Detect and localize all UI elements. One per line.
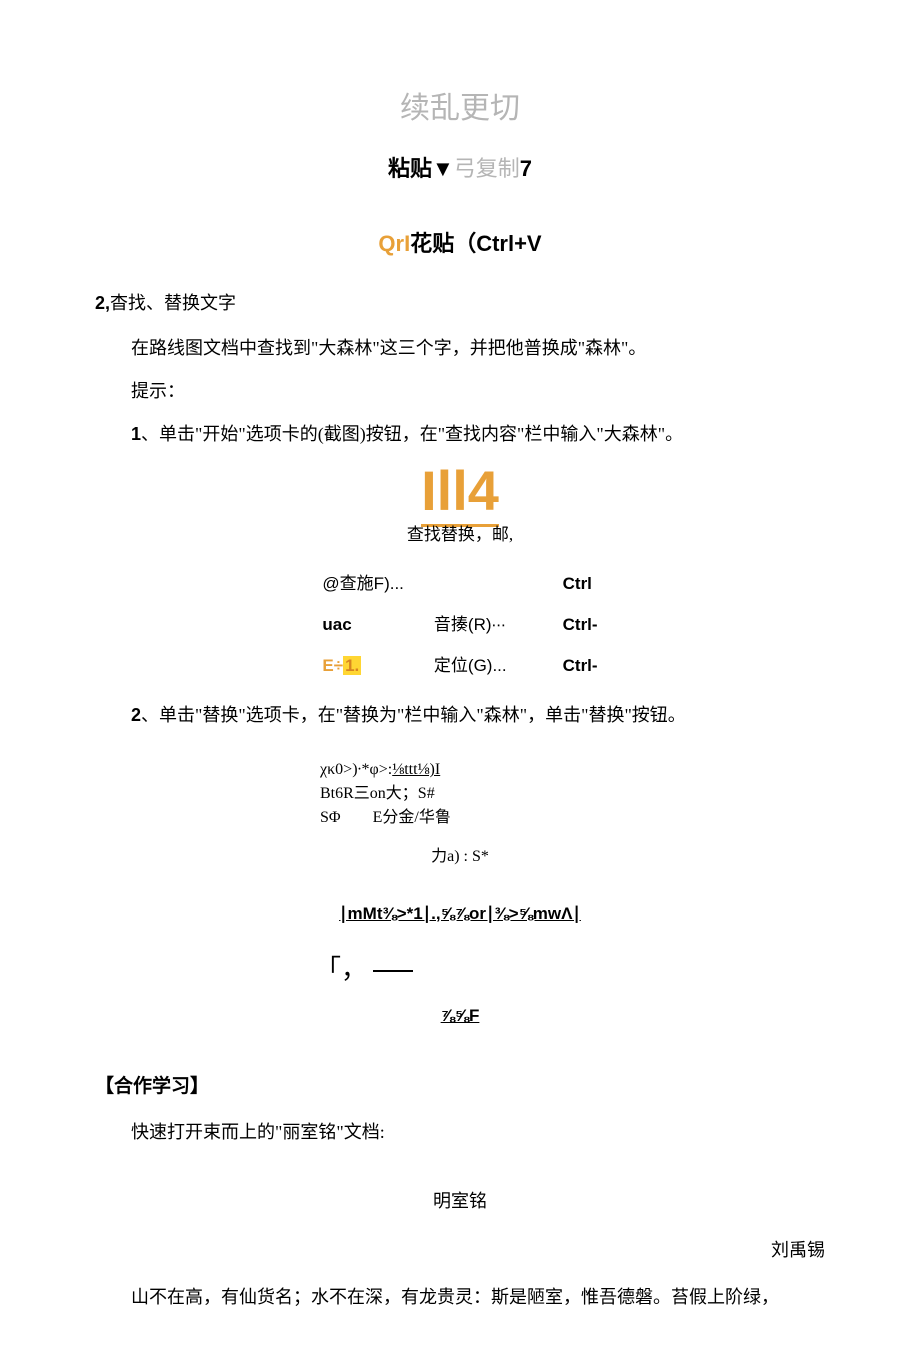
menu-r3-mid: 定位(G)...	[420, 646, 521, 685]
qri-orange: QrI	[378, 231, 410, 256]
menu-row-2: uac 音揍(R)∙∙∙ Ctrl-	[308, 605, 611, 644]
gray-title: 续乱更切	[95, 85, 825, 133]
doc-author: 刘禹锡	[95, 1236, 825, 1265]
qri-black: 花贴（Ctrl+V	[410, 231, 541, 256]
menu-r3-one: 1.	[343, 656, 361, 675]
menu-r2-prefix: uac	[322, 615, 351, 634]
section-2-title: 杳找、替换文字	[110, 293, 236, 313]
section-2-heading: 2,杳找、替换文字	[95, 289, 825, 318]
menu-r2-right: Ctrl-	[523, 605, 612, 644]
step-1: 1、单击"开始"选项卡的(截图)按钮，在"查找内容"栏中输入"大森林"。	[95, 420, 825, 449]
copy-gray: 弓复制	[454, 156, 520, 181]
menu-r3-right: Ctrl-	[523, 646, 612, 685]
open-doc-line: 快速打开束而上的"丽室铭"文档:	[95, 1118, 825, 1147]
menu-row-3: E÷1. 定位(G)... Ctrl-	[308, 646, 611, 685]
step-2: 2、单击"替换"选项卡，在"替换为"栏中输入"森林"，单击"替换"按钮。	[95, 701, 825, 730]
garble-block-1: χκ0>)∙*φ>:⅛ttt⅛)I Bt6R三on大；S# SΦ E分金/华鲁	[320, 758, 600, 830]
menu-r2-mid: 音揍(R)∙∙∙	[420, 605, 521, 644]
step2-num: 2	[131, 705, 141, 725]
garble-l1-u: ⅛ttt⅛)I	[392, 761, 440, 778]
qri-line: QrI花贴（Ctrl+V	[95, 226, 825, 261]
menu-row-1: @查施F)... Ctrl	[308, 564, 611, 603]
hint-label: 提示：	[95, 377, 825, 406]
garble-l3: SΦ E分金/华鲁	[320, 806, 600, 830]
big-icon-block: Ill4	[95, 463, 825, 519]
garble-l2: Bt6R三on大；S#	[320, 782, 600, 806]
subtitle-line: 粘贴▼弓复制7	[95, 151, 825, 186]
garble-l1: χκ0>)∙*φ>:⅛ttt⅛)I	[320, 758, 600, 782]
menu-table: @查施F)... Ctrl uac 音揍(R)∙∙∙ Ctrl- E÷1. 定位…	[306, 562, 613, 688]
step1-text: 、单击"开始"选项卡的(截图)按钮，在"查找内容"栏中输入"大森林"。	[141, 424, 683, 444]
step2-text: 、单击"替换"选项卡，在"替换为"栏中输入"森林"，单击"替换"按钮。	[141, 705, 686, 725]
garble-bold-under: ∣mMt⅜>*1∣.,⅝⅞or∣⅜>⅝mwΛ∣	[95, 900, 825, 927]
step1-num: 1	[131, 424, 141, 444]
bracket-underline	[373, 970, 413, 972]
menu-r1-right: Ctrl	[523, 564, 612, 603]
coop-heading: 【合作学习】	[95, 1072, 825, 1102]
menu-r3-e: E÷	[322, 656, 343, 675]
fraction-line: ⅞⅝F	[95, 1002, 825, 1029]
big-orange-icon: Ill4	[421, 459, 499, 527]
doc-title: 明室铭	[95, 1187, 825, 1216]
poem-body: 山不在高，有仙货名；水不在深，有龙贵灵：斯是陋室，惟吾德磐。苔假上阶绿，	[95, 1280, 825, 1314]
paste-label: 粘贴▼	[388, 156, 454, 181]
bracket-line: 「，	[315, 949, 825, 991]
bracket-text: 「，	[315, 954, 367, 984]
menu-r1-left: @查施F)...	[308, 564, 417, 603]
garble-l4: 力a) : S*	[95, 844, 825, 870]
step-intro: 在路线图文档中查找到"大森林"这三个字，并把他普换成"森林"。	[95, 334, 825, 363]
find-replace-label: 查找替换，邮,	[95, 521, 825, 548]
section-2-num: 2,	[95, 293, 110, 313]
seven: 7	[520, 156, 532, 181]
